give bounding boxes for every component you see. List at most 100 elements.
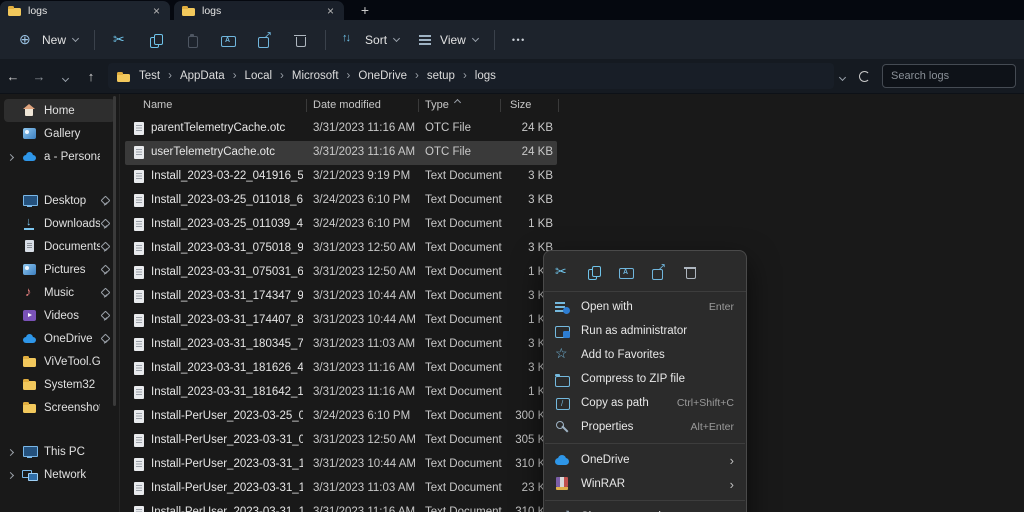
file-row[interactable]: userTelemetryCache.otc 3/31/2023 11:16 A… bbox=[125, 141, 557, 165]
sidebar-item-label: Downloads bbox=[44, 218, 100, 230]
column-header-size[interactable]: Size bbox=[510, 99, 531, 111]
context-quick-actions bbox=[544, 254, 746, 292]
sort-button[interactable]: Sort bbox=[333, 26, 408, 54]
more-options-button[interactable] bbox=[502, 26, 538, 54]
quick-action-button[interactable] bbox=[678, 261, 702, 283]
sidebar-item[interactable]: ViVeTool.GUI.1.6.2.0 bbox=[4, 350, 115, 373]
context-menu-item[interactable]: Run as administrator bbox=[544, 319, 746, 343]
expand-chevron-icon[interactable] bbox=[8, 446, 20, 458]
new-tab-button[interactable] bbox=[354, 2, 376, 20]
close-tab-icon[interactable] bbox=[151, 5, 162, 17]
quick-action-button[interactable] bbox=[614, 261, 638, 283]
back-button[interactable] bbox=[0, 69, 26, 84]
file-name: Install_2023-03-25_011039_4328-9032 bbox=[151, 218, 303, 230]
file-size: 305 KB bbox=[461, 434, 553, 446]
refresh-icon[interactable] bbox=[859, 71, 870, 82]
column-header-name[interactable]: Name bbox=[143, 99, 172, 111]
breadcrumb-item[interactable]: Test bbox=[139, 70, 180, 82]
sidebar-scrollbar[interactable] bbox=[113, 96, 116, 406]
delete-button[interactable] bbox=[282, 26, 318, 54]
expand-chevron-icon[interactable] bbox=[8, 151, 20, 163]
context-menu-item[interactable]: Compress to ZIP file bbox=[544, 367, 746, 391]
sidebar-item[interactable]: Documents bbox=[4, 235, 115, 258]
breadcrumb-item[interactable]: Local bbox=[245, 70, 292, 82]
document-icon bbox=[134, 218, 144, 231]
sidebar-item[interactable]: Downloads bbox=[4, 212, 115, 235]
sidebar-item[interactable]: OneDrive bbox=[4, 327, 115, 350]
column-header-type[interactable]: Type bbox=[425, 99, 449, 111]
quick-action-button[interactable] bbox=[646, 261, 670, 283]
sidebar-item-icon bbox=[22, 194, 37, 207]
context-menu-item[interactable]: Add to Favorites bbox=[544, 343, 746, 367]
breadcrumb-item[interactable]: AppData bbox=[180, 70, 245, 82]
context-menu-item[interactable] bbox=[545, 443, 745, 444]
copy-button[interactable] bbox=[138, 26, 174, 54]
sidebar-section: Home Gallery a - Personal bbox=[0, 99, 119, 189]
sidebar-item[interactable]: This PC bbox=[4, 440, 115, 463]
explorer-tab[interactable]: logs bbox=[174, 1, 344, 20]
sidebar-item[interactable]: Gallery bbox=[4, 122, 115, 145]
file-row[interactable]: Install_2023-03-22_041916_5340-4340 3/21… bbox=[125, 165, 1024, 189]
breadcrumb-item[interactable]: Microsoft bbox=[292, 70, 359, 82]
sidebar-item[interactable]: Music bbox=[4, 281, 115, 304]
quick-action-button[interactable] bbox=[582, 261, 606, 283]
file-size: 310 KB bbox=[461, 506, 553, 512]
share-button[interactable] bbox=[246, 26, 282, 54]
context-menu-item[interactable]: Open with Enter bbox=[544, 295, 746, 319]
file-date-modified: 3/24/2023 6:10 PM bbox=[313, 218, 410, 230]
sidebar-item[interactable]: Screenshots bbox=[4, 396, 115, 419]
sidebar-item[interactable]: Home bbox=[4, 99, 115, 122]
context-menu-item[interactable]: Show more options Shift+F10 bbox=[544, 505, 746, 512]
new-button[interactable]: New bbox=[10, 26, 87, 54]
forward-button[interactable] bbox=[26, 69, 52, 84]
sidebar-item[interactable]: Network bbox=[4, 463, 115, 486]
paste-button[interactable] bbox=[174, 26, 210, 54]
sort-ascending-icon bbox=[455, 96, 460, 108]
document-icon bbox=[134, 434, 144, 447]
search-input[interactable] bbox=[891, 70, 1007, 82]
file-date-modified: 3/24/2023 6:10 PM bbox=[313, 194, 410, 206]
sidebar-item[interactable]: Pictures bbox=[4, 258, 115, 281]
column-divider[interactable] bbox=[306, 99, 307, 112]
search-box[interactable] bbox=[882, 64, 1016, 88]
file-date-modified: 3/31/2023 10:44 AM bbox=[313, 314, 416, 326]
sidebar-item[interactable]: System32 bbox=[4, 373, 115, 396]
quick-action-button[interactable] bbox=[550, 261, 574, 283]
file-row[interactable]: Install_2023-03-25_011018_6460-1008 3/24… bbox=[125, 189, 1024, 213]
context-menu-item[interactable]: Properties Alt+Enter bbox=[544, 415, 746, 439]
breadcrumb-item[interactable]: OneDrive bbox=[358, 70, 426, 82]
file-size: 3 KB bbox=[461, 290, 553, 302]
file-row[interactable]: parentTelemetryCache.otc 3/31/2023 11:16… bbox=[125, 117, 1024, 141]
context-menu-item-label: Compress to ZIP file bbox=[581, 373, 734, 385]
context-menu-item-icon bbox=[555, 477, 570, 491]
column-header-date-modified[interactable]: Date modified bbox=[313, 99, 381, 111]
context-menu-item-label: Add to Favorites bbox=[581, 349, 734, 361]
context-menu-item[interactable]: WinRAR bbox=[544, 472, 746, 496]
sidebar-item[interactable]: Desktop bbox=[4, 189, 115, 212]
context-menu-item[interactable] bbox=[545, 500, 745, 501]
up-button[interactable] bbox=[78, 69, 104, 84]
document-icon bbox=[134, 242, 144, 255]
breadcrumb-item[interactable]: logs bbox=[475, 70, 496, 82]
file-name: Install-PerUser_2023-03-25_011020_4356..… bbox=[151, 410, 303, 422]
explorer-tab[interactable]: logs bbox=[0, 1, 170, 20]
file-date-modified: 3/31/2023 10:44 AM bbox=[313, 458, 416, 470]
context-menu-item[interactable]: OneDrive bbox=[544, 448, 746, 472]
breadcrumb[interactable]: Test AppData Local Microsoft OneDrive se… bbox=[108, 63, 834, 89]
close-tab-icon[interactable] bbox=[325, 5, 336, 17]
column-divider[interactable] bbox=[418, 99, 419, 112]
expand-chevron-icon[interactable] bbox=[8, 469, 20, 481]
column-divider[interactable] bbox=[558, 99, 559, 112]
address-dropdown-button[interactable] bbox=[840, 67, 845, 85]
view-button[interactable]: View bbox=[408, 26, 487, 54]
cut-button[interactable] bbox=[102, 26, 138, 54]
column-divider[interactable] bbox=[500, 99, 501, 112]
rename-button[interactable] bbox=[210, 26, 246, 54]
context-menu-item[interactable]: Copy as path Ctrl+Shift+C bbox=[544, 391, 746, 415]
breadcrumb-item[interactable]: setup bbox=[427, 70, 475, 82]
file-size: 3 KB bbox=[461, 338, 553, 350]
file-row[interactable]: Install_2023-03-25_011039_4328-9032 3/24… bbox=[125, 213, 1024, 237]
sidebar-item[interactable]: Videos bbox=[4, 304, 115, 327]
recent-locations-button[interactable] bbox=[52, 69, 78, 84]
sidebar-item[interactable]: a - Personal bbox=[4, 145, 115, 168]
